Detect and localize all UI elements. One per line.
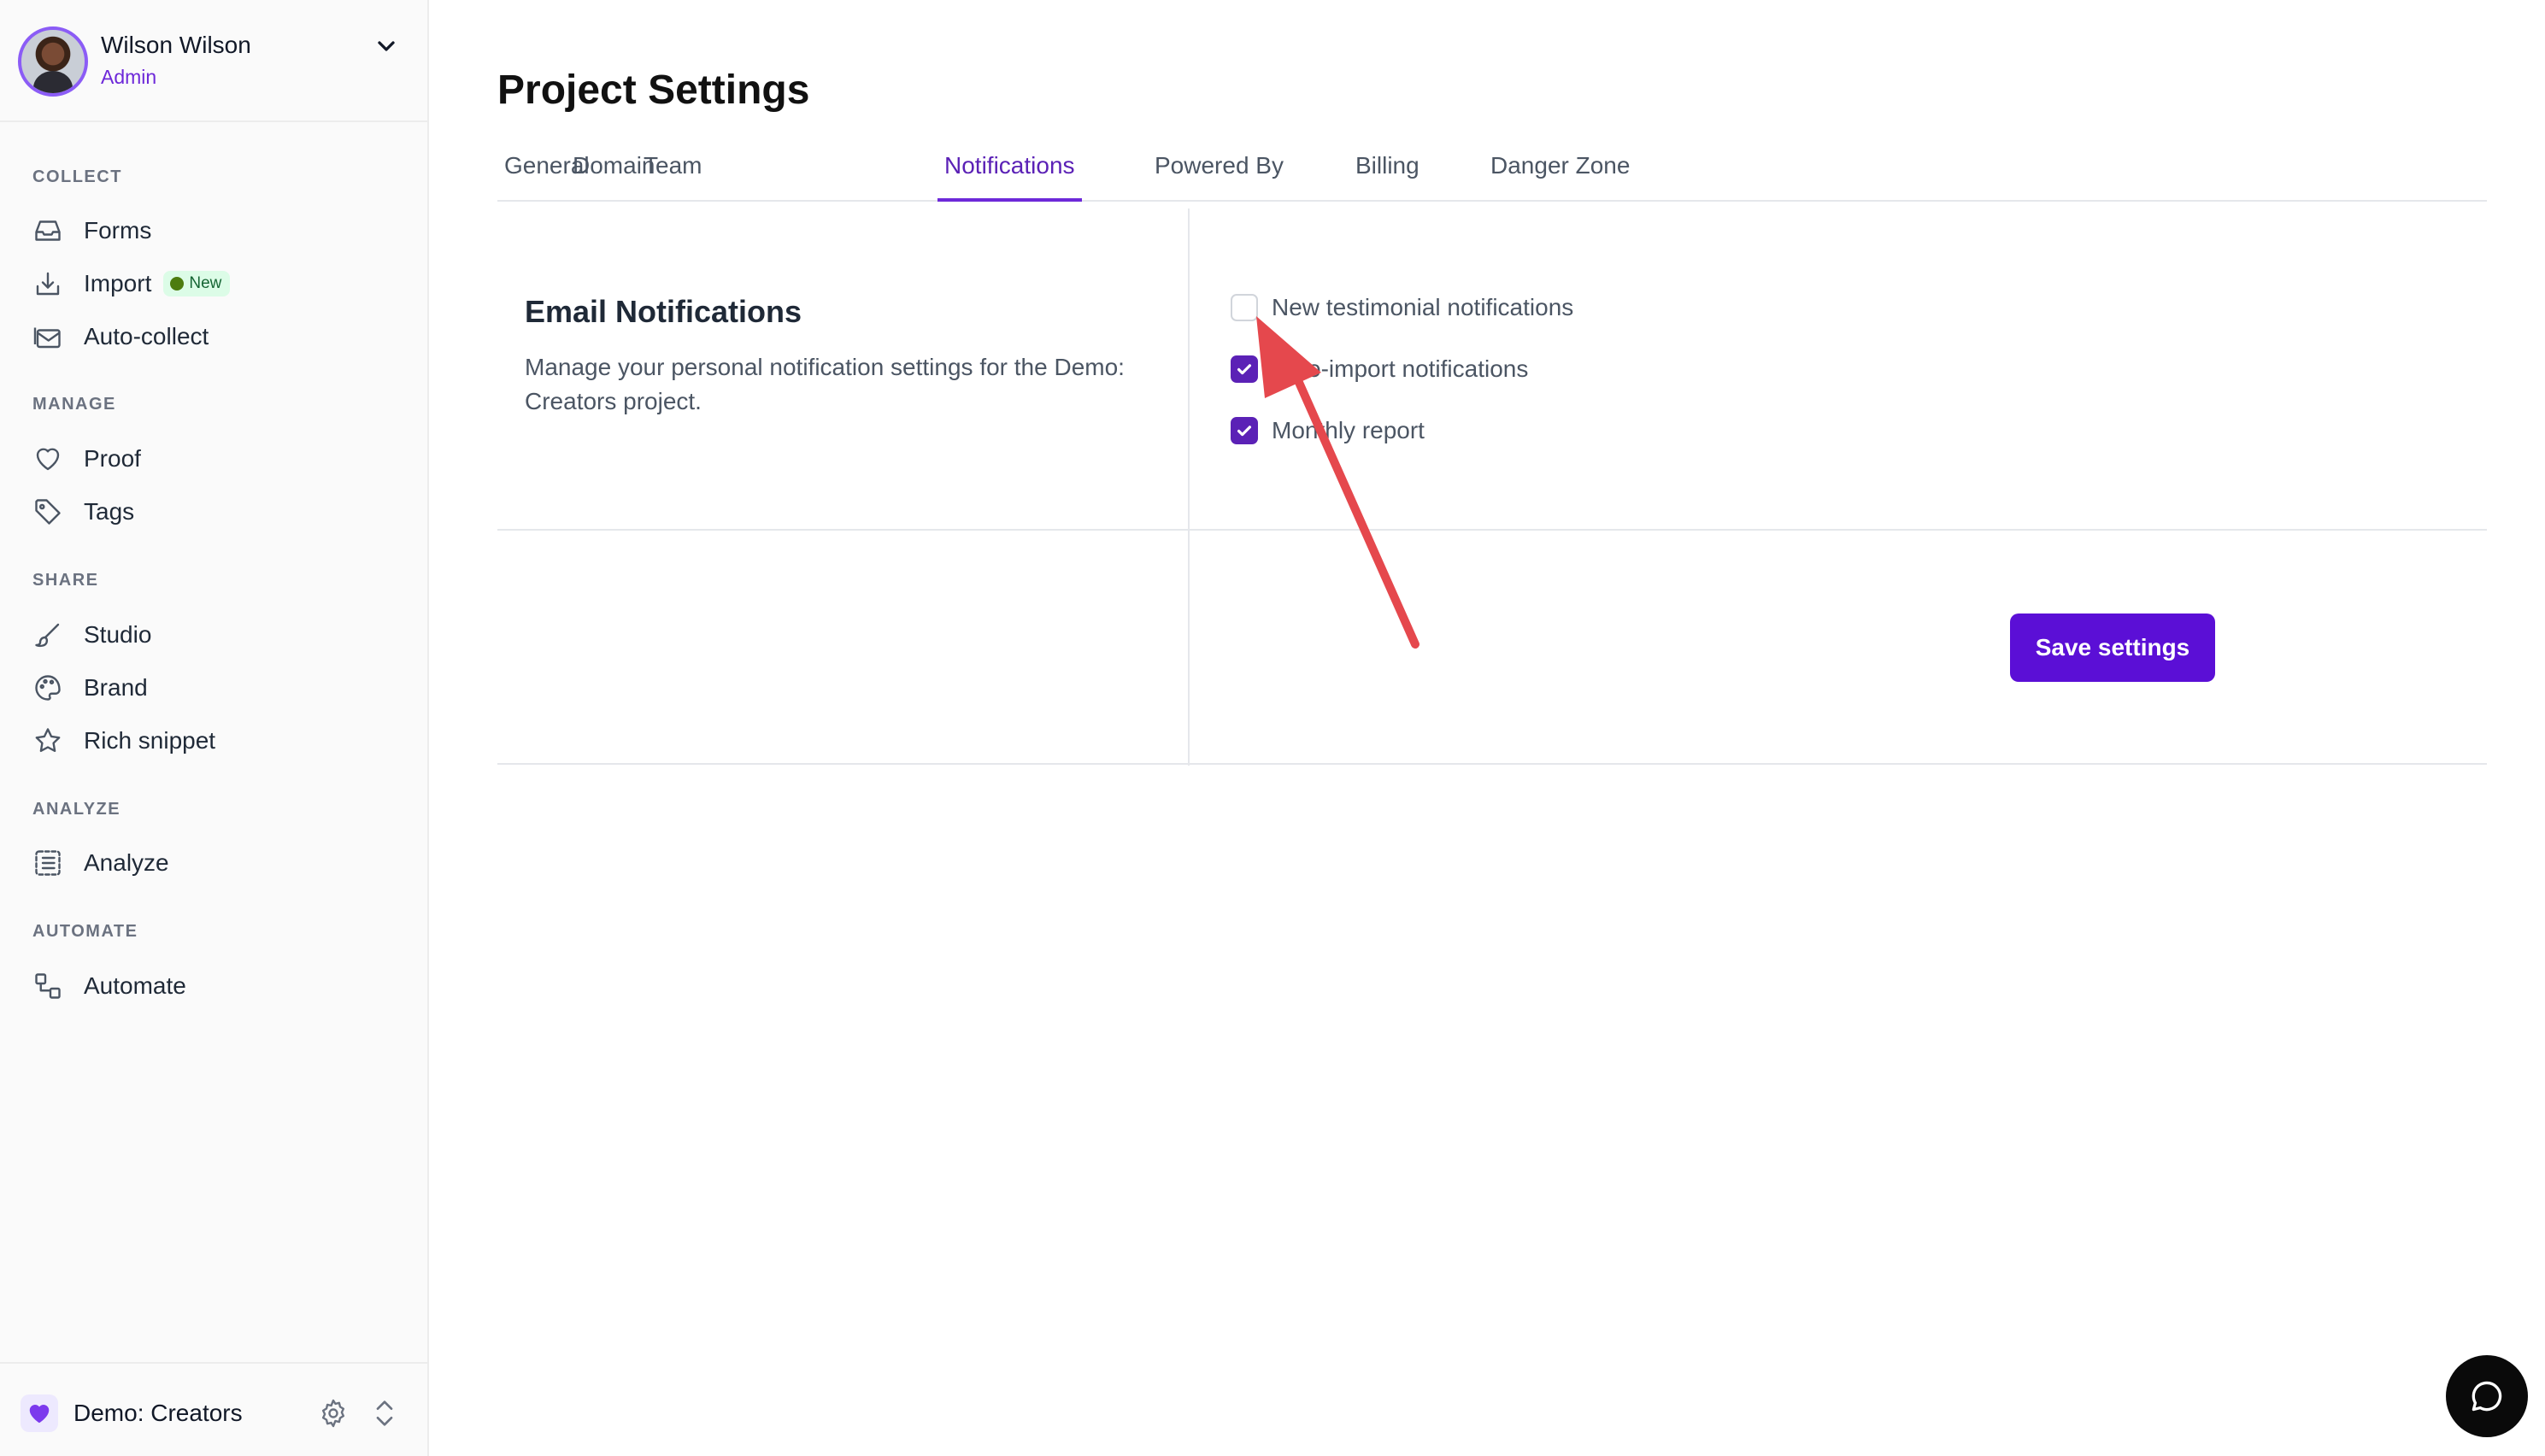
option-auto-import[interactable]: Auto-import notifications: [1231, 352, 1528, 386]
badge-label: New: [189, 274, 222, 292]
palette-icon: [35, 675, 61, 701]
sidebar-item-forms[interactable]: Forms: [32, 210, 408, 251]
workflow-icon: [35, 973, 61, 999]
user-role: Admin: [101, 66, 157, 88]
sidebar-item-label: Auto-collect: [84, 323, 209, 349]
gear-icon[interactable]: [318, 1398, 349, 1429]
section-label-automate: AUTOMATE: [32, 922, 138, 941]
sidebar-item-label: Tags: [84, 498, 135, 525]
check-icon: [1237, 426, 1252, 437]
tab-billing[interactable]: Billing: [1349, 152, 1426, 202]
mail-stack-icon: [33, 327, 61, 349]
sidebar-item-studio[interactable]: Studio: [32, 614, 408, 655]
sidebar-item-label: Automate: [84, 972, 186, 999]
divider: [497, 763, 2487, 765]
brush-icon: [35, 623, 60, 648]
star-icon: [35, 728, 61, 753]
checkbox-label: Monthly report: [1272, 417, 1425, 443]
sidebar-item-label: Studio: [84, 621, 152, 648]
project-name: Demo: Creators: [73, 1400, 243, 1426]
project-switcher[interactable]: Demo: Creators: [0, 1362, 427, 1456]
save-settings-button[interactable]: Save settings: [2010, 614, 2215, 682]
new-badge: New: [163, 271, 231, 296]
section-description: Manage your personal notification settin…: [525, 354, 1125, 414]
tag-icon: [35, 499, 61, 525]
settings-tabs: General Domain Team Notifications Powere…: [497, 140, 2487, 202]
divider: [497, 529, 2487, 531]
sidebar-item-label: Brand: [84, 674, 148, 701]
sidebar-item-auto-collect[interactable]: Auto-collect: [32, 316, 408, 357]
chevron-up-down-icon[interactable]: [371, 1396, 398, 1430]
sidebar-item-label: Proof: [84, 445, 141, 472]
chat-launcher[interactable]: [2446, 1355, 2528, 1437]
section-title: Email Notifications: [525, 294, 802, 329]
chevron-down-icon[interactable]: [373, 32, 400, 60]
inbox-icon: [35, 220, 61, 241]
avatar: [18, 26, 88, 97]
user-menu[interactable]: Wilson Wilson Admin: [0, 0, 427, 122]
tab-danger-zone[interactable]: Danger Zone: [1484, 152, 1637, 202]
sidebar-item-label: Import: [84, 270, 152, 296]
section-label-analyze: ANALYZE: [32, 800, 121, 819]
sidebar-item-import[interactable]: Import New: [32, 263, 408, 304]
import-icon: [36, 272, 60, 296]
project-logo: [21, 1394, 58, 1432]
check-icon: [1237, 364, 1252, 375]
divider: [1188, 208, 1190, 766]
option-new-testimonial[interactable]: New testimonial notifications: [1231, 291, 1573, 325]
tab-team[interactable]: Team: [637, 152, 708, 202]
sidebar-item-label: Rich snippet: [84, 727, 216, 754]
chat-bubble-icon: [2472, 1381, 2502, 1412]
tab-notifications[interactable]: Notifications: [937, 152, 1082, 202]
sidebar-item-label: Analyze: [84, 849, 169, 876]
sidebar-item-automate[interactable]: Automate: [32, 966, 408, 1007]
section-label-manage: MANAGE: [32, 395, 116, 414]
sidebar-item-brand[interactable]: Brand: [32, 667, 408, 708]
sidebar-item-rich-snippet[interactable]: Rich snippet: [32, 720, 408, 761]
sidebar-item-tags[interactable]: Tags: [32, 491, 408, 532]
globe-icon: [170, 277, 185, 291]
section-label-collect: COLLECT: [32, 167, 122, 186]
tab-powered-by[interactable]: Powered By: [1148, 152, 1290, 202]
heart-icon: [29, 1405, 50, 1424]
checkbox-label: New testimonial notifications: [1272, 294, 1574, 320]
sidebar-item-label: Forms: [84, 217, 152, 244]
checkbox-label: Auto-import notifications: [1272, 355, 1529, 382]
checkbox-new-testimonial[interactable]: [1231, 294, 1258, 321]
checkbox-monthly-report[interactable]: [1231, 417, 1258, 444]
option-monthly-report[interactable]: Monthly report: [1231, 414, 1425, 448]
section-label-share: SHARE: [32, 571, 99, 590]
list-icon: [35, 850, 61, 876]
page-title: Project Settings: [497, 68, 810, 113]
user-name: Wilson Wilson: [101, 32, 251, 58]
sidebar: Wilson Wilson Admin COLLECT Forms Import…: [0, 0, 429, 1456]
checkbox-auto-import[interactable]: [1231, 355, 1258, 383]
sidebar-item-analyze[interactable]: Analyze: [32, 842, 408, 884]
heart-icon: [36, 448, 60, 471]
sidebar-item-proof[interactable]: Proof: [32, 438, 408, 479]
